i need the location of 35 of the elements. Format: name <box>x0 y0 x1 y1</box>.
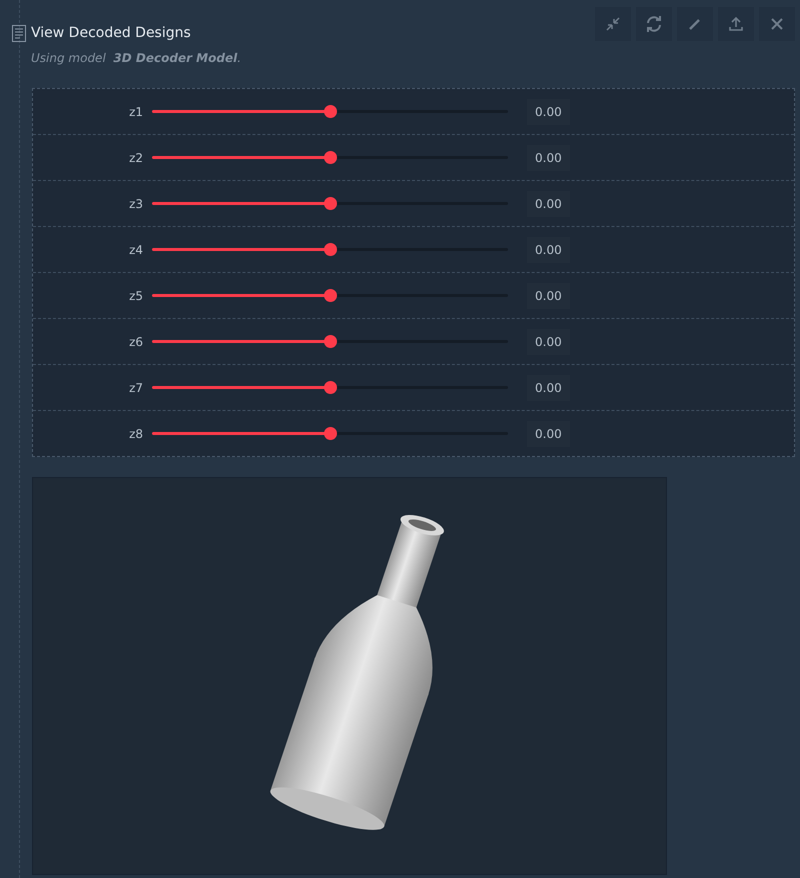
pencil-button[interactable] <box>677 7 713 41</box>
model-caption: Using model 3D Decoder Model. <box>31 51 242 65</box>
slider-label: z4 <box>128 242 144 256</box>
upload-button[interactable] <box>718 7 754 41</box>
slider-label: z3 <box>128 196 144 210</box>
slider-label: z2 <box>128 150 144 164</box>
refresh-button[interactable] <box>636 7 672 41</box>
document-icon <box>12 25 26 42</box>
value-field[interactable]: 0.00 <box>527 282 570 308</box>
slider-label: z7 <box>128 380 144 394</box>
collapse-icon <box>604 15 622 33</box>
slider[interactable] <box>152 335 508 348</box>
slider[interactable] <box>152 151 508 164</box>
slider[interactable] <box>152 243 508 256</box>
slider-label: z1 <box>128 104 144 118</box>
slider[interactable] <box>152 427 508 440</box>
value-field[interactable]: 0.00 <box>527 374 570 400</box>
slider[interactable] <box>152 197 508 210</box>
slider[interactable] <box>152 381 508 394</box>
upload-icon <box>727 15 745 33</box>
value-field[interactable]: 0.00 <box>527 420 570 446</box>
slider[interactable] <box>152 289 508 302</box>
refresh-icon <box>645 15 663 33</box>
slider-label: z5 <box>128 288 144 302</box>
value-field[interactable]: 0.00 <box>527 190 570 216</box>
slider[interactable] <box>152 105 508 118</box>
value-field[interactable]: 0.00 <box>527 236 570 262</box>
value-field[interactable]: 0.00 <box>527 144 570 170</box>
slider-label: z6 <box>128 334 144 348</box>
close-button[interactable] <box>759 7 795 41</box>
value-field[interactable]: 0.00 <box>527 328 570 354</box>
value-field[interactable]: 0.00 <box>527 98 570 124</box>
collapse-button[interactable] <box>595 7 631 41</box>
panel-title: View Decoded Designs <box>31 25 192 41</box>
slider-label: z8 <box>128 426 144 440</box>
